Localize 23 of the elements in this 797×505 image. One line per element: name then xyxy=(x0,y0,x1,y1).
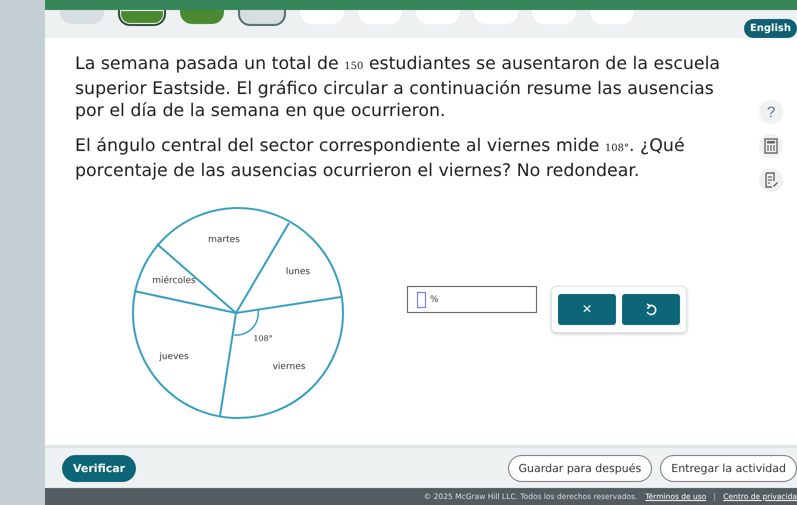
sector-label: miércoles xyxy=(152,276,196,286)
sector-label: lunes xyxy=(286,267,310,277)
progress-step[interactable] xyxy=(118,10,166,26)
clear-button[interactable]: × xyxy=(558,294,616,325)
sector-label: viernes xyxy=(272,362,306,372)
reset-button[interactable] xyxy=(622,294,680,325)
language-button[interactable]: English xyxy=(744,18,797,38)
save-button[interactable]: Guardar para después xyxy=(508,454,652,482)
sector-label: martes xyxy=(208,235,240,245)
undo-icon xyxy=(644,302,658,316)
angle-label: 108° xyxy=(253,334,273,343)
submit-button[interactable]: Entregar la actividad xyxy=(660,454,797,482)
document-pen-icon xyxy=(764,172,778,188)
notes-button[interactable] xyxy=(759,168,783,192)
progress-step[interactable] xyxy=(238,10,286,26)
sector-label: jueves xyxy=(159,352,189,362)
verify-button[interactable]: Verificar xyxy=(62,454,136,482)
help-button[interactable]: ? xyxy=(759,100,783,124)
question-text: El ángulo central del sector correspondiente al viernes mide 108°. ¿Qué porcentaje de las ausencias ocurrieron el viernes? No redondear. xyxy=(75,135,686,182)
question-text: La semana pasada un total de 150 estudiantes se ausentaron de la escuela superior Eastside. El gráfico circular a continuación resume las ausencias por el día de la semana en que ocurrieron. xyxy=(75,53,722,122)
calculator-icon xyxy=(764,138,778,154)
calculator-button[interactable] xyxy=(759,134,783,158)
answer-field[interactable]: % xyxy=(407,286,537,313)
